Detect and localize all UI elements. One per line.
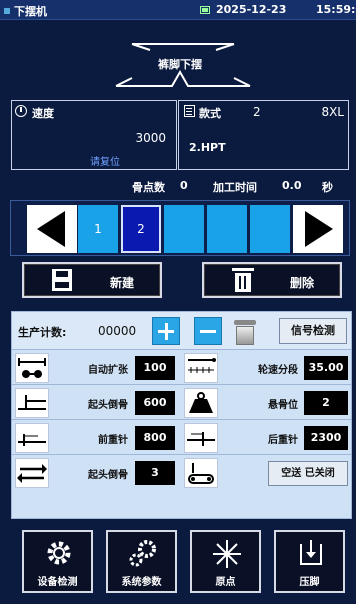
front-stitch-icon [15, 423, 49, 453]
time-unit: 秒 [322, 181, 333, 194]
status-time: 15:59:06 [316, 3, 356, 16]
speed-box[interactable]: 速度 3000 请复位 [11, 100, 177, 170]
hang-bone-icon [184, 388, 218, 418]
speed-value: 3000 [135, 131, 166, 145]
gear-icon [47, 541, 71, 565]
system-params-label: 系统参数 [121, 577, 162, 588]
origin-button[interactable]: 原点 [190, 530, 261, 593]
device-check-button[interactable]: 设备检测 [22, 530, 93, 593]
production-label: 生产计数: [18, 326, 67, 339]
trash-bin-icon[interactable] [232, 316, 258, 346]
bone-count-label: 骨点数 [132, 181, 165, 194]
conveyor-icon [184, 458, 218, 488]
device-check-label: 设备检测 [37, 577, 78, 588]
rear-stitch-label: 后重针 [268, 435, 298, 446]
next-step-button[interactable] [293, 205, 343, 253]
start-reverse-value[interactable]: 600 [135, 391, 175, 415]
style-file: 2.HPT [189, 141, 226, 154]
status-bar: 下摆机 2025-12-23 15:59:06 [0, 0, 356, 20]
new-label: 新建 [110, 276, 135, 290]
style-box[interactable]: 款式 2 8XL 2.HPT [178, 100, 349, 170]
hang-bone-value[interactable]: 2 [304, 391, 348, 415]
parameter-panel: 生产计数: 00000 信号检测 自动扩张 100 轮速分段 35.00 起头倒… [11, 311, 352, 519]
process-time-label: 加工时间 [213, 181, 257, 194]
app-title: 下摆机 [4, 3, 47, 19]
param-row: 自动扩张 100 轮速分段 35.00 [12, 351, 351, 385]
presser-label: 压脚 [299, 577, 320, 588]
speed-label: 速度 [32, 107, 54, 120]
status-date: 2025-12-23 [216, 3, 287, 16]
gears-icon [129, 540, 156, 567]
param-row: 前重针 800 后重针 2300 [12, 421, 351, 455]
signal-check-button[interactable]: 信号检测 [279, 318, 347, 344]
start-reverse2-label: 起头倒骨 [88, 470, 128, 481]
auto-expand-value[interactable]: 100 [135, 356, 175, 380]
front-stitch-label: 前重针 [98, 435, 128, 446]
trash-icon [232, 268, 254, 292]
param-row: 起头倒骨 3 空送 已关闭 [12, 456, 351, 490]
delete-button[interactable]: 删除 [202, 262, 342, 298]
reset-hint: 请复位 [90, 157, 120, 168]
calendar-icon [184, 105, 195, 117]
battery-icon [200, 5, 210, 14]
production-row: 生产计数: 00000 信号检测 [12, 312, 351, 350]
step-cell[interactable] [207, 205, 247, 253]
prev-step-button[interactable] [27, 205, 77, 253]
arrow-right-icon [305, 211, 333, 247]
app-icon [4, 8, 10, 14]
auto-expand-label: 自动扩张 [88, 365, 128, 376]
style-size: 8XL [321, 105, 344, 119]
step-cell-active[interactable]: 2 [121, 205, 161, 253]
rear-stitch-value[interactable]: 2300 [304, 426, 348, 450]
style-label: 款式 [199, 107, 221, 120]
step-bar: 1 2 [10, 200, 350, 256]
hang-bone-label: 悬骨位 [268, 400, 298, 411]
floppy-icon [52, 269, 72, 291]
stats-row: 骨点数 0 加工时间 0.0 秒 [0, 179, 356, 197]
plus-button[interactable] [152, 317, 180, 345]
production-value: 00000 [98, 324, 137, 338]
process-time-value: 0.0 [282, 179, 302, 192]
arrow-left-icon [37, 211, 65, 247]
system-params-button[interactable]: 系统参数 [106, 530, 177, 593]
mode-selector[interactable]: 裤脚下摆 [0, 20, 356, 98]
reverse-arrows-icon [15, 458, 49, 488]
wheel-speed-label: 轮速分段 [258, 365, 298, 376]
bone-count-value: 0 [180, 179, 188, 192]
front-stitch-value[interactable]: 800 [135, 426, 175, 450]
param-row: 起头倒骨 600 悬骨位 2 [12, 386, 351, 420]
clock-icon [15, 105, 27, 117]
delete-label: 删除 [290, 276, 315, 290]
presser-foot-icon [300, 540, 322, 565]
wheel-speed-icon [184, 353, 218, 383]
presser-button[interactable]: 压脚 [274, 530, 345, 593]
origin-icon [213, 540, 241, 568]
date-area: 2025-12-23 [200, 3, 286, 16]
rear-stitch-icon [184, 423, 218, 453]
start-reverse-icon [15, 388, 49, 418]
start-reverse-label: 起头倒骨 [88, 400, 128, 411]
expand-icon [15, 353, 49, 383]
start-reverse2-value[interactable]: 3 [135, 461, 175, 485]
origin-label: 原点 [215, 577, 236, 588]
wheel-speed-value[interactable]: 35.00 [304, 356, 348, 380]
new-button[interactable]: 新建 [22, 262, 162, 298]
style-number: 2 [253, 105, 261, 119]
step-cell[interactable]: 1 [78, 205, 118, 253]
step-cell[interactable] [250, 205, 290, 253]
app-name: 下摆机 [14, 5, 47, 18]
delay-toggle-button[interactable]: 空送 已关闭 [268, 461, 348, 486]
minus-button[interactable] [194, 317, 222, 345]
mode-label: 裤脚下摆 [158, 58, 202, 71]
step-cell[interactable] [164, 205, 204, 253]
